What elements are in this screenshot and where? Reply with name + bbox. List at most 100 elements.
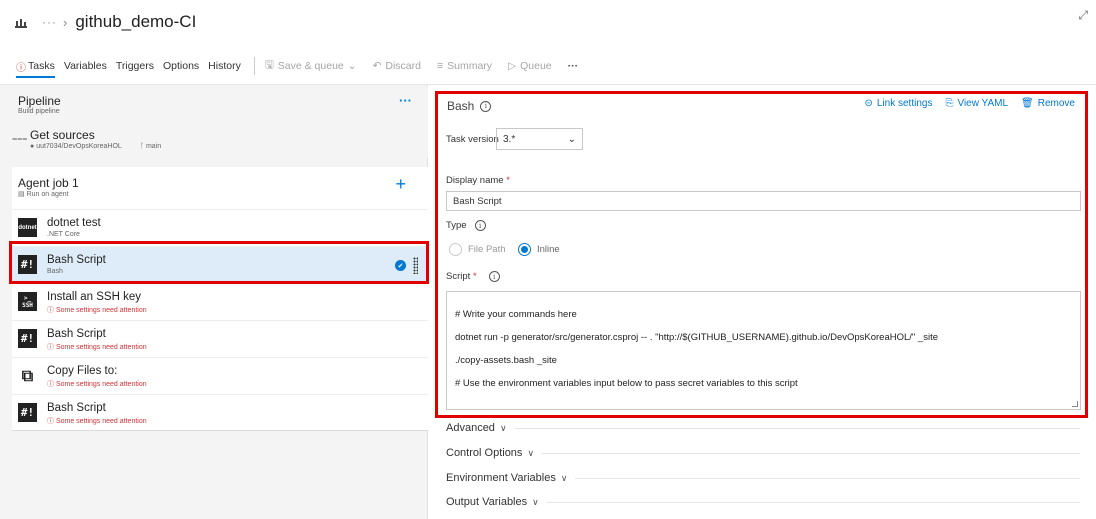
tab-triggers[interactable]: Triggers (116, 52, 154, 80)
github-icon: ● (30, 143, 35, 150)
divider (253, 57, 255, 75)
section-output-variables[interactable]: Output Variables ∨ (446, 495, 1080, 509)
task-name: Bash Script (47, 402, 106, 414)
display-name-label-text: Display name (446, 175, 504, 186)
task-version-value: 3.* (503, 133, 516, 145)
task-warning-text: Some settings need attention (55, 344, 147, 351)
type-label-text: Type (446, 220, 467, 231)
branch-name: main (145, 143, 162, 150)
get-sources-meta: ● uut7034/DevOpsKoreaHOL ᚴ main (30, 143, 161, 150)
script-line: # Use the environment variables input be… (455, 378, 798, 390)
task-warning: ⓘ Some settings need attention (47, 418, 147, 425)
resize-handle-icon[interactable] (1072, 401, 1078, 407)
section-title: Control Options (446, 447, 523, 459)
info-icon[interactable]: i (474, 220, 486, 231)
task-item-bash-script[interactable]: #! Bash Script ⓘ Some settings need atte… (12, 394, 428, 431)
task-name: Copy Files to: (47, 365, 118, 377)
breadcrumb-more-button[interactable]: ··· (42, 15, 57, 29)
task-item-copy-files[interactable]: ⧉ Copy Files to: ⓘ Some settings need at… (12, 357, 428, 394)
script-line: # Write your commands here (455, 308, 577, 320)
link-settings-button[interactable]: ⊝ Link settings (864, 98, 932, 109)
undo-icon: ↶ (372, 60, 382, 72)
save-queue-button[interactable]: 🖫 Save & queue ⌄ (265, 57, 357, 75)
chevron-right-icon: › (63, 14, 68, 30)
task-name: dotnet test (47, 217, 101, 229)
task-warning-text: Some settings need attention (55, 307, 147, 314)
info-icon[interactable]: i (480, 100, 492, 112)
divider (542, 452, 1080, 454)
task-item-install-ssh-key[interactable]: >_ SSH Install an SSH key ⓘ Some settings… (12, 283, 428, 320)
display-name-input[interactable]: Bash Script (446, 191, 1081, 211)
type-radio-inline[interactable]: Inline (518, 243, 560, 256)
radio-selected-icon (518, 243, 531, 256)
task-warning-text: Some settings need attention (55, 418, 147, 425)
add-task-button[interactable]: + (395, 174, 406, 195)
dotnet-icon: dotnet (18, 218, 37, 237)
discard-button[interactable]: ↶ Discard (373, 60, 421, 72)
trash-icon: 🗑 (1021, 98, 1034, 109)
chevron-down-icon: ⌄ (347, 60, 357, 72)
ssh-icon-label: SSH (22, 301, 33, 309)
remove-button[interactable]: 🗑 Remove (1021, 98, 1075, 109)
script-line: dotnet run -p generator/src/generator.cs… (455, 331, 939, 343)
summary-label: Summary (447, 60, 493, 72)
section-title: Environment Variables (446, 472, 556, 484)
pipeline-more-button[interactable]: ··· (399, 93, 412, 108)
tab-history[interactable]: History (208, 52, 241, 80)
copy-files-icon: ⧉ (18, 366, 37, 385)
branch: ᚴ main (140, 143, 161, 150)
section-control-options[interactable]: Control Options ∨ (446, 446, 1080, 460)
get-sources-icon: ⩶ (12, 133, 28, 143)
task-actions: ⊝ Link settings ⎘ View YAML 🗑 Remove (864, 98, 1075, 109)
save-icon: 🖫 (264, 59, 274, 71)
expand-icon[interactable]: ⤢ (1078, 8, 1088, 23)
tab-variables[interactable]: Variables (64, 52, 107, 80)
task-detail-header: Bash i (447, 99, 492, 113)
divider (575, 477, 1080, 479)
task-warning: ⓘ Some settings need attention (47, 344, 147, 351)
summary-button[interactable]: ≡ Summary (437, 60, 492, 72)
chevron-down-icon: ∨ (499, 422, 507, 433)
script-textarea[interactable]: # Write your commands here dotnet run -p… (446, 291, 1081, 410)
bash-icon: #! (18, 329, 37, 348)
info-icon[interactable]: i (488, 271, 500, 282)
repo-name: uut7034/DevOpsKoreaHOL (36, 143, 122, 150)
pipeline-item[interactable]: Pipeline Build pipeline ··· (12, 87, 428, 122)
queue-label: Queue (520, 60, 552, 72)
remove-label: Remove (1037, 98, 1075, 109)
type-radio-file-path[interactable]: File Path (449, 243, 506, 256)
required-marker: * (506, 175, 510, 186)
tab-tasks[interactable]: ⓘ Tasks (16, 52, 55, 80)
warning-icon: ⓘ (16, 62, 26, 74)
radio-label: Inline (537, 244, 560, 255)
task-name: Install an SSH key (47, 291, 141, 303)
divider (546, 501, 1080, 503)
ssh-icon: >_ SSH (18, 292, 37, 311)
ssh-icon-prompt: >_ (23, 294, 32, 302)
task-item-bash-script[interactable]: #! Bash Script ⓘ Some settings need atte… (12, 320, 428, 357)
tab-options[interactable]: Options (163, 52, 199, 80)
chevron-down-icon: ∨ (527, 447, 535, 458)
task-version-select[interactable]: 3.* ⌄ (496, 128, 583, 150)
section-advanced[interactable]: Advanced ∨ (446, 421, 1080, 435)
section-environment-variables[interactable]: Environment Variables ∨ (446, 471, 1080, 485)
bash-icon: #! (18, 403, 37, 422)
link-settings-label: Link settings (876, 98, 933, 109)
more-actions-button[interactable]: ··· (568, 60, 579, 72)
agent-job-subtitle: ▤ Run on agent (18, 190, 69, 198)
task-version-label: Task version (446, 134, 499, 145)
chevron-down-icon: ∨ (560, 472, 568, 483)
clipboard-icon: ⎘ (945, 98, 954, 109)
view-yaml-button[interactable]: ⎘ View YAML (945, 98, 1008, 109)
required-marker: * (472, 271, 477, 282)
tab-label: Tasks (28, 60, 55, 72)
build-pipeline-icon (14, 15, 28, 29)
agent-job-item[interactable]: Agent job 1 ▤ Run on agent + (12, 167, 428, 209)
chevron-down-icon: ⌄ (567, 133, 576, 145)
discard-label: Discard (385, 60, 421, 72)
type-label: Type i (446, 220, 486, 231)
get-sources-item[interactable]: ⩶ Get sources ● uut7034/DevOpsKoreaHOL ᚴ… (12, 122, 428, 158)
save-queue-label: Save & queue (277, 60, 344, 72)
queue-button[interactable]: ▷ Queue (508, 60, 552, 72)
divider (514, 427, 1080, 429)
